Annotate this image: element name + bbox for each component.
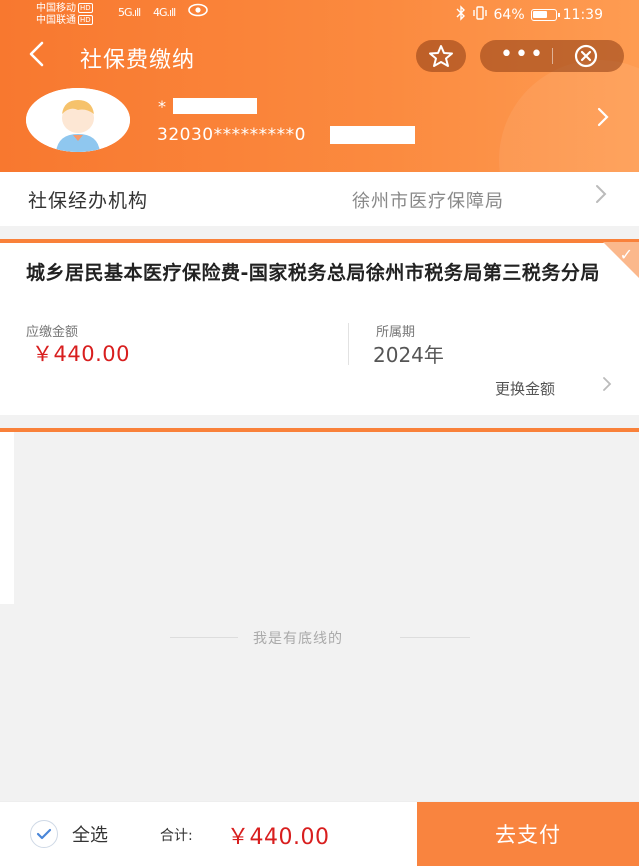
period-label: 所属期	[376, 325, 416, 340]
select-all-toggle[interactable]: 全选	[30, 820, 108, 848]
clock: 11:39	[562, 7, 603, 23]
agency-row[interactable]: 社保经办机构 徐州市医疗保障局	[0, 172, 639, 226]
total-amount: ￥440.00	[227, 825, 330, 850]
back-button[interactable]	[26, 40, 46, 74]
divider	[348, 323, 349, 365]
bill-card[interactable]: ✓ 城乡居民基本医疗保险费-国家税务总局徐州市税务局第三税务分局 应缴金额 ￥4…	[0, 239, 639, 415]
header: 中国移动 HD 中国联通 HD 5G.ıll 4G.ıll 64% 11:39 社保…	[0, 0, 639, 172]
battery-percent: 64%	[493, 7, 525, 23]
favorite-button[interactable]	[416, 40, 466, 72]
hd-badge: HD	[78, 3, 93, 13]
status-right: 64% 11:39	[456, 5, 603, 25]
star-icon	[429, 45, 453, 67]
user-name: *	[158, 97, 166, 116]
redacted-id	[330, 126, 415, 144]
signal-icon-4g: 4G.ıll	[153, 6, 176, 19]
period-value: 2024年	[373, 343, 444, 367]
header-decoration	[499, 60, 639, 172]
vibrate-icon	[472, 6, 488, 24]
carrier2: 中国联通	[36, 15, 76, 26]
check-icon	[36, 828, 52, 840]
agency-label: 社保经办机构	[28, 190, 149, 212]
change-amount-button[interactable]: 更换金额	[495, 378, 555, 399]
select-all-label: 全选	[72, 825, 108, 846]
bill-title: 城乡居民基本医疗保险费-国家税务总局徐州市税务局第三税务分局	[26, 262, 600, 284]
signal-icon-5g: 5G.ıll	[118, 6, 141, 19]
mini-program-capsule: •••	[480, 40, 624, 72]
side-strip	[0, 432, 14, 604]
eye-icon	[188, 3, 208, 21]
back-icon	[29, 41, 44, 67]
chevron-right-icon	[597, 107, 609, 127]
carrier-info: 中国移动 HD 中国联通 HD	[36, 3, 93, 27]
pay-button[interactable]: 去支付	[417, 802, 639, 866]
check-icon: ✓	[619, 245, 633, 264]
chevron-right-icon	[594, 183, 608, 211]
divider-line	[170, 637, 238, 638]
bluetooth-icon	[456, 5, 466, 25]
close-button[interactable]	[574, 44, 598, 72]
end-of-list: 我是有底线的	[0, 628, 639, 648]
end-of-list-text: 我是有底线的	[253, 631, 343, 647]
battery-icon	[530, 9, 560, 21]
profile-arrow-button[interactable]	[596, 106, 610, 134]
agency-value: 徐州市医疗保障局	[352, 191, 504, 212]
carrier1: 中国移动	[36, 3, 76, 14]
checkbox[interactable]	[30, 820, 58, 848]
redacted-name	[173, 98, 257, 114]
accent-divider	[0, 428, 639, 432]
close-circle-icon	[574, 44, 598, 68]
status-bar: 中国移动 HD 中国联通 HD 5G.ıll 4G.ıll 64% 11:39	[0, 0, 639, 30]
page-title: 社保费缴纳	[80, 48, 196, 73]
bottom-bar: 全选 合计: ￥440.00 去支付	[0, 801, 639, 866]
amount-due: ￥440.00	[32, 342, 130, 366]
hd-badge: HD	[78, 15, 93, 25]
more-button[interactable]: •••	[500, 41, 545, 69]
capsule-divider	[552, 48, 553, 64]
avatar	[26, 88, 130, 152]
total-label: 合计:	[160, 828, 193, 844]
user-id-number: 32030*********0	[157, 125, 306, 145]
chevron-right-icon	[601, 375, 613, 398]
divider-line	[400, 637, 470, 638]
